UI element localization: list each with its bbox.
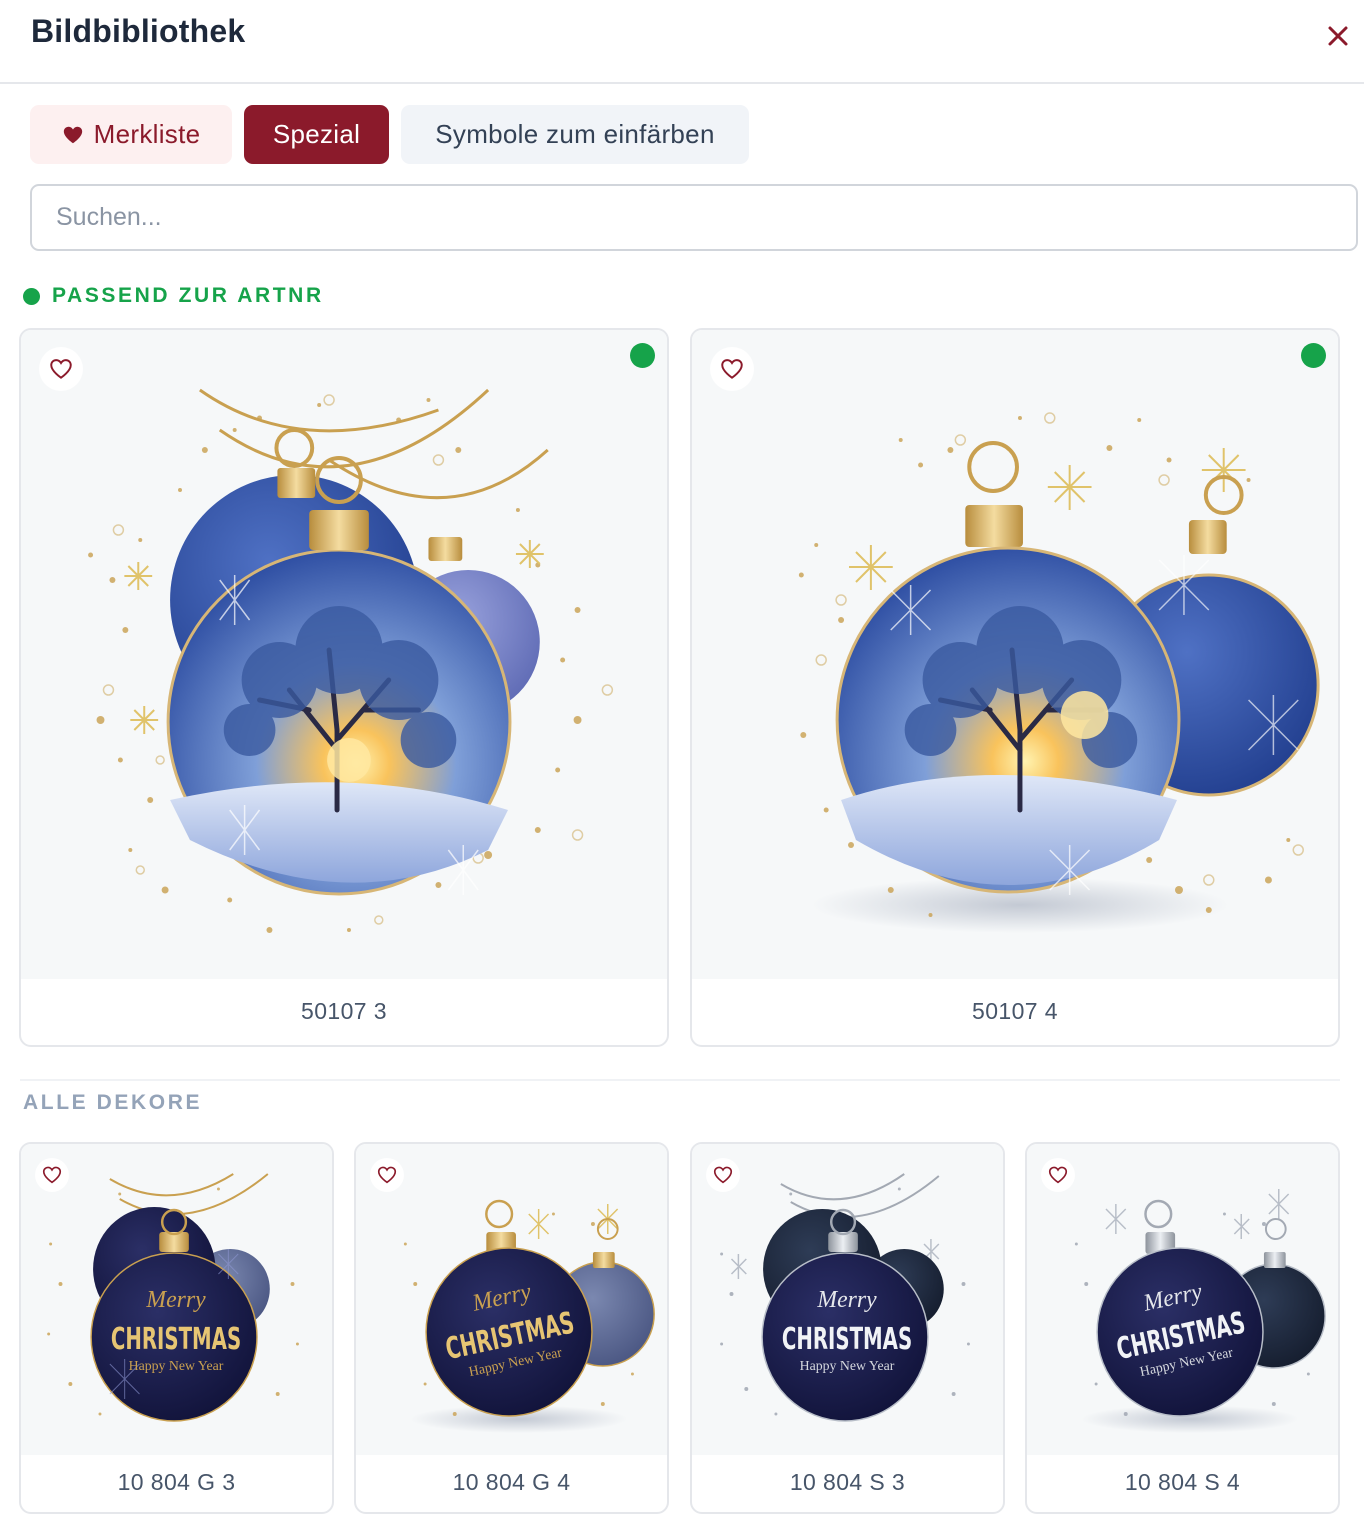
- card-caption: 10 804 G 4: [452, 1469, 571, 1495]
- card-caption: 10 804 S 3: [789, 1469, 906, 1495]
- image-card-50107-4[interactable]: 50107 4: [690, 328, 1340, 1047]
- heart-outline-icon: [1047, 1164, 1069, 1186]
- match-indicator-dot: [1301, 343, 1326, 368]
- image-card-10804-s3[interactable]: Merry CHRISTMAS Happy New Year 10 804 S …: [690, 1142, 1005, 1514]
- section-matching-label: PASSEND ZUR ARTNR: [52, 284, 324, 307]
- card-image: Merry CHRISTMAS Happy New Year: [1027, 1144, 1338, 1455]
- image-card-10804-g3[interactable]: Merry CHRISTMAS Happy New Year 10 804 G …: [19, 1142, 334, 1514]
- card-image: Merry CHRISTMAS Happy New Year: [21, 1144, 332, 1455]
- match-indicator-dot: [630, 343, 655, 368]
- favorite-toggle[interactable]: [706, 1158, 740, 1192]
- card-image: Merry CHRISTMAS Happy New Year: [692, 1144, 1003, 1455]
- tab-symbole-label: Symbole zum einfärben: [435, 119, 715, 149]
- card-image: [692, 330, 1338, 979]
- card-image: Merry CHRISTMAS Happy New Year: [356, 1144, 667, 1455]
- match-indicator-dot: [23, 287, 40, 305]
- section-divider: [20, 1079, 1340, 1081]
- close-icon[interactable]: [1322, 20, 1354, 52]
- favorite-toggle[interactable]: [710, 347, 754, 391]
- card-caption: 10 804 G 3: [117, 1469, 236, 1495]
- image-card-50107-3[interactable]: 50107 3: [19, 328, 669, 1047]
- favorite-toggle[interactable]: [39, 347, 83, 391]
- heart-outline-icon: [712, 1164, 734, 1186]
- section-matching-header: PASSEND ZUR ARTNR: [23, 284, 324, 308]
- tab-symbole-zum-einfaerben[interactable]: Symbole zum einfärben: [401, 105, 749, 164]
- tab-merkliste-label: Merkliste: [93, 119, 201, 149]
- ornament-text-christmas: CHRISTMAS: [782, 1322, 912, 1357]
- image-card-10804-s4[interactable]: Merry CHRISTMAS Happy New Year 10 804 S …: [1025, 1142, 1340, 1514]
- ornament-text-merry: Merry: [816, 1287, 877, 1313]
- heart-outline-icon: [719, 356, 745, 382]
- dialog-header: Bildbibliothek: [0, 0, 1364, 84]
- favorite-toggle[interactable]: [35, 1158, 69, 1192]
- heart-icon: [62, 124, 84, 146]
- tab-spezial-label: Spezial: [272, 119, 361, 149]
- heart-outline-icon: [48, 356, 74, 382]
- image-card-10804-g4[interactable]: Merry CHRISTMAS Happy New Year 10 804 G …: [354, 1142, 669, 1514]
- ornament-text-christmas: CHRISTMAS: [111, 1322, 241, 1357]
- search-input[interactable]: [30, 184, 1358, 251]
- dialog-title: Bildbibliothek: [31, 13, 246, 49]
- ornament-text-happy-new-year: Happy New Year: [800, 1359, 895, 1374]
- section-all-label: ALLE DEKORE: [23, 1091, 203, 1114]
- favorite-toggle[interactable]: [1041, 1158, 1075, 1192]
- card-caption: 10 804 S 4: [1124, 1469, 1241, 1495]
- card-image: [21, 330, 667, 979]
- ornament-text-happy-new-year: Happy New Year: [129, 1359, 224, 1374]
- heart-outline-icon: [41, 1164, 63, 1186]
- heart-outline-icon: [376, 1164, 398, 1186]
- card-caption: 50107 3: [301, 997, 387, 1024]
- card-caption: 50107 4: [972, 997, 1058, 1024]
- tab-spezial[interactable]: Spezial: [244, 105, 389, 164]
- tab-merkliste[interactable]: Merkliste: [30, 105, 232, 164]
- ornament-text-merry: Merry: [145, 1287, 206, 1313]
- favorite-toggle[interactable]: [370, 1158, 404, 1192]
